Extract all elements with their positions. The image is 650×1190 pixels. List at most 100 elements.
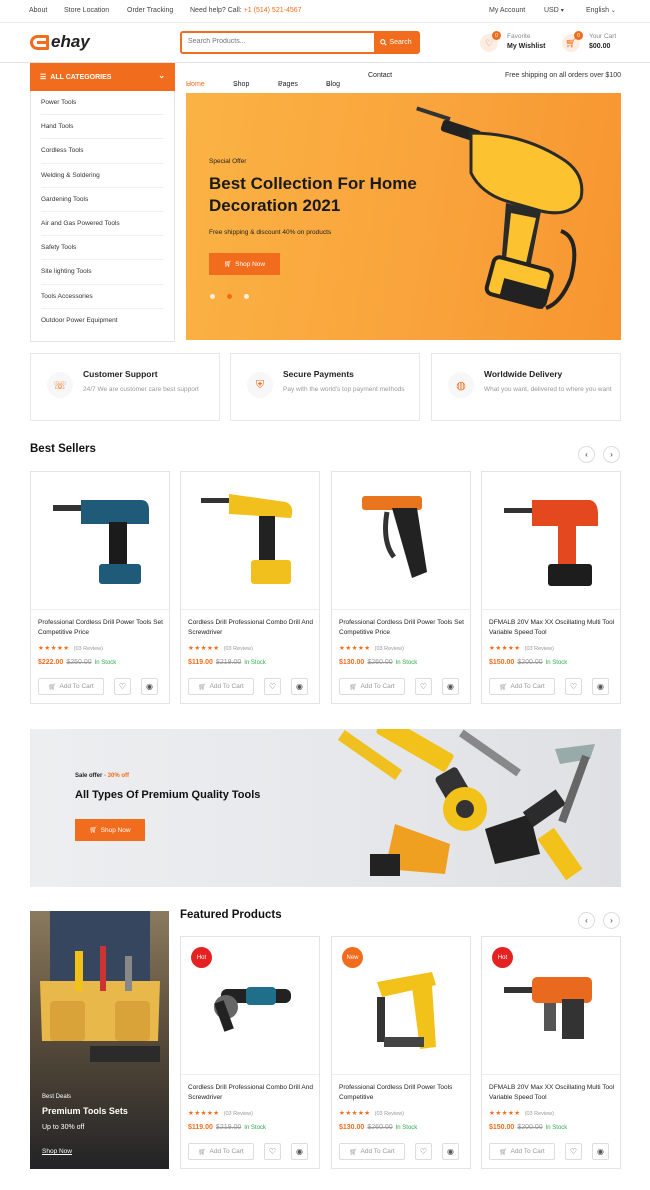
add-to-cart-button[interactable]: 🛒︎ Add To Cart bbox=[489, 678, 555, 695]
category-item[interactable]: Power Tools bbox=[41, 91, 164, 116]
quick-view-button[interactable]: ◉ bbox=[592, 1143, 609, 1160]
product-card[interactable]: New Professional Cordless Drill Power To… bbox=[331, 936, 471, 1169]
product-card[interactable]: DFMALB 20V Max XX Oscillating Multi Tool… bbox=[481, 471, 621, 704]
category-item[interactable]: Outdoor Power Equipment bbox=[41, 309, 164, 333]
category-item[interactable]: Hand Tools bbox=[41, 115, 164, 140]
promo-title: Premium Tools Sets bbox=[42, 1106, 128, 1116]
product-card[interactable]: Cordless Drill Professional Combo Drill … bbox=[180, 471, 320, 704]
product-image[interactable] bbox=[482, 472, 620, 610]
category-item[interactable]: Cordless Tools bbox=[41, 139, 164, 164]
quick-view-button[interactable]: ◉ bbox=[141, 678, 158, 695]
quick-view-button[interactable]: ◉ bbox=[592, 678, 609, 695]
chevron-down-icon: ⌄ bbox=[278, 82, 284, 88]
wishlist-button[interactable]: ♡ bbox=[264, 1143, 281, 1160]
product-actions: 🛒︎ Add To Cart ♡ ◉ bbox=[339, 1143, 465, 1160]
all-categories-button[interactable]: ☰ ALL CATEGORIES ⌄ bbox=[30, 63, 175, 91]
promo-shop-now-link[interactable]: Shop Now bbox=[42, 1148, 72, 1155]
add-to-cart-button[interactable]: 🛒︎ Add To Cart bbox=[188, 1143, 254, 1160]
wishlist-button[interactable]: ♡ bbox=[114, 678, 131, 695]
menu-icon: ☰ bbox=[40, 74, 47, 81]
product-image[interactable] bbox=[181, 472, 319, 610]
hero-shop-now-button[interactable]: 🛒︎ Shop Now bbox=[209, 253, 280, 275]
store-location-link[interactable]: Store Location bbox=[64, 7, 109, 14]
top-bar: About Store Location Order Tracking Need… bbox=[0, 0, 650, 23]
my-account-link[interactable]: My Account bbox=[489, 7, 525, 14]
help-text: Need help? Call: +1 (514) 521-4567 bbox=[190, 7, 302, 14]
category-item[interactable]: Tools Accessories bbox=[41, 285, 164, 309]
add-to-cart-button[interactable]: 🛒︎ Add To Cart bbox=[489, 1143, 555, 1160]
chevron-down-icon: ⌄ bbox=[326, 82, 332, 88]
cart-icon: 🛒︎ bbox=[198, 1148, 207, 1156]
cart-label[interactable]: Your Cart $00.00 bbox=[589, 32, 616, 52]
wishlist-button[interactable]: ♡ bbox=[565, 678, 582, 695]
quick-view-button[interactable]: ◉ bbox=[291, 1143, 308, 1160]
featured-products-title: Featured Products bbox=[180, 909, 282, 921]
quick-view-button[interactable]: ◉ bbox=[291, 678, 308, 695]
product-image[interactable]: New bbox=[332, 937, 470, 1075]
hero-banner: Special Offer Best Collection For Home D… bbox=[186, 93, 621, 340]
about-link[interactable]: About bbox=[29, 7, 47, 14]
heart-icon: ♡ bbox=[118, 682, 127, 691]
logo-icon bbox=[30, 34, 49, 50]
cart-icon: 🛒︎ bbox=[89, 827, 98, 834]
rating-stars: ★★★★★ (03 Review) bbox=[339, 645, 404, 652]
prev-arrow-button[interactable]: ‹ bbox=[578, 912, 595, 929]
wishlist-button[interactable]: ♡ bbox=[565, 1143, 582, 1160]
phone-number[interactable]: +1 (514) 521-4567 bbox=[244, 7, 302, 14]
category-item[interactable]: Air and Gas Powered Tools bbox=[41, 212, 164, 237]
wishlist-button[interactable]: ♡ bbox=[415, 1143, 432, 1160]
rating-stars: ★★★★★ (03 Review) bbox=[489, 645, 554, 652]
add-to-cart-button[interactable]: 🛒︎ Add To Cart bbox=[38, 678, 104, 695]
wishlist-button[interactable]: ♡ 0 bbox=[480, 31, 501, 52]
wishlist-button[interactable]: ♡ bbox=[264, 678, 281, 695]
cart-icon: 🛒︎ bbox=[349, 683, 358, 691]
wishlist-label[interactable]: Favorite My Wishlist bbox=[507, 32, 545, 52]
search-input[interactable] bbox=[188, 38, 368, 45]
price: $130.00 $260.00 In Stock bbox=[339, 1124, 418, 1131]
cart-button[interactable]: 🛒︎ 0 bbox=[562, 31, 583, 52]
product-image[interactable]: Hot bbox=[482, 937, 620, 1075]
sale-shop-now-button[interactable]: 🛒︎ Shop Now bbox=[75, 819, 145, 841]
heart-icon: ♡ bbox=[268, 682, 277, 691]
product-image[interactable] bbox=[332, 472, 470, 610]
product-card[interactable]: Professional Cordless Drill Power Tools … bbox=[331, 471, 471, 704]
hot-badge: Hot bbox=[492, 947, 513, 968]
cart-icon: 🛒︎ bbox=[223, 261, 233, 268]
currency-select[interactable]: USD ▾ bbox=[544, 7, 564, 14]
next-arrow-button[interactable]: › bbox=[603, 446, 620, 463]
product-card[interactable]: Hot Cordless Drill Professional Combo Dr… bbox=[180, 936, 320, 1169]
spray-nozzle-image bbox=[362, 496, 427, 578]
quick-view-button[interactable]: ◉ bbox=[442, 678, 459, 695]
quick-view-button[interactable]: ◉ bbox=[442, 1143, 459, 1160]
search-button[interactable]: Search bbox=[374, 33, 418, 52]
order-tracking-link[interactable]: Order Tracking bbox=[127, 7, 173, 14]
wishlist-button[interactable]: ♡ bbox=[415, 678, 432, 695]
logo[interactable]: ehay bbox=[30, 32, 90, 52]
category-item[interactable]: Safety Tools bbox=[41, 236, 164, 261]
category-item[interactable]: Site lighting Tools bbox=[41, 260, 164, 285]
add-to-cart-button[interactable]: 🛒︎ Add To Cart bbox=[188, 678, 254, 695]
slider-dot[interactable] bbox=[210, 294, 215, 299]
product-card[interactable]: Professional Cordless Drill Power Tools … bbox=[30, 471, 170, 704]
product-image[interactable] bbox=[31, 472, 169, 610]
cart-icon: 🛒︎ bbox=[48, 683, 57, 691]
prev-arrow-button[interactable]: ‹ bbox=[578, 446, 595, 463]
next-arrow-button[interactable]: › bbox=[603, 912, 620, 929]
nav-contact[interactable]: Contact bbox=[368, 72, 392, 79]
category-item[interactable]: Gardening Tools bbox=[41, 188, 164, 212]
category-item[interactable]: Welding & Soldering bbox=[41, 164, 164, 188]
chevron-down-icon: ⌄ bbox=[186, 82, 192, 88]
product-actions: 🛒︎ Add To Cart ♡ ◉ bbox=[188, 1143, 314, 1160]
product-image[interactable]: Hot bbox=[181, 937, 319, 1075]
slider-dot[interactable] bbox=[244, 294, 249, 299]
hero-kicker: Special Offer bbox=[209, 158, 247, 165]
add-to-cart-button[interactable]: 🛒︎ Add To Cart bbox=[339, 678, 405, 695]
product-card[interactable]: Hot DFMALB 20V Max XX Oscillating Multi … bbox=[481, 936, 621, 1169]
price: $130.00 $260.00 In Stock bbox=[339, 659, 418, 666]
promo-banner: Best Deals Premium Tools Sets Up to 30% … bbox=[30, 911, 169, 1169]
add-to-cart-button[interactable]: 🛒︎ Add To Cart bbox=[339, 1143, 405, 1160]
slider-dot-active[interactable] bbox=[227, 294, 232, 299]
language-select[interactable]: English ⌄ bbox=[586, 7, 616, 14]
tools-collage-image bbox=[337, 729, 595, 881]
eye-icon: ◉ bbox=[597, 1147, 604, 1156]
